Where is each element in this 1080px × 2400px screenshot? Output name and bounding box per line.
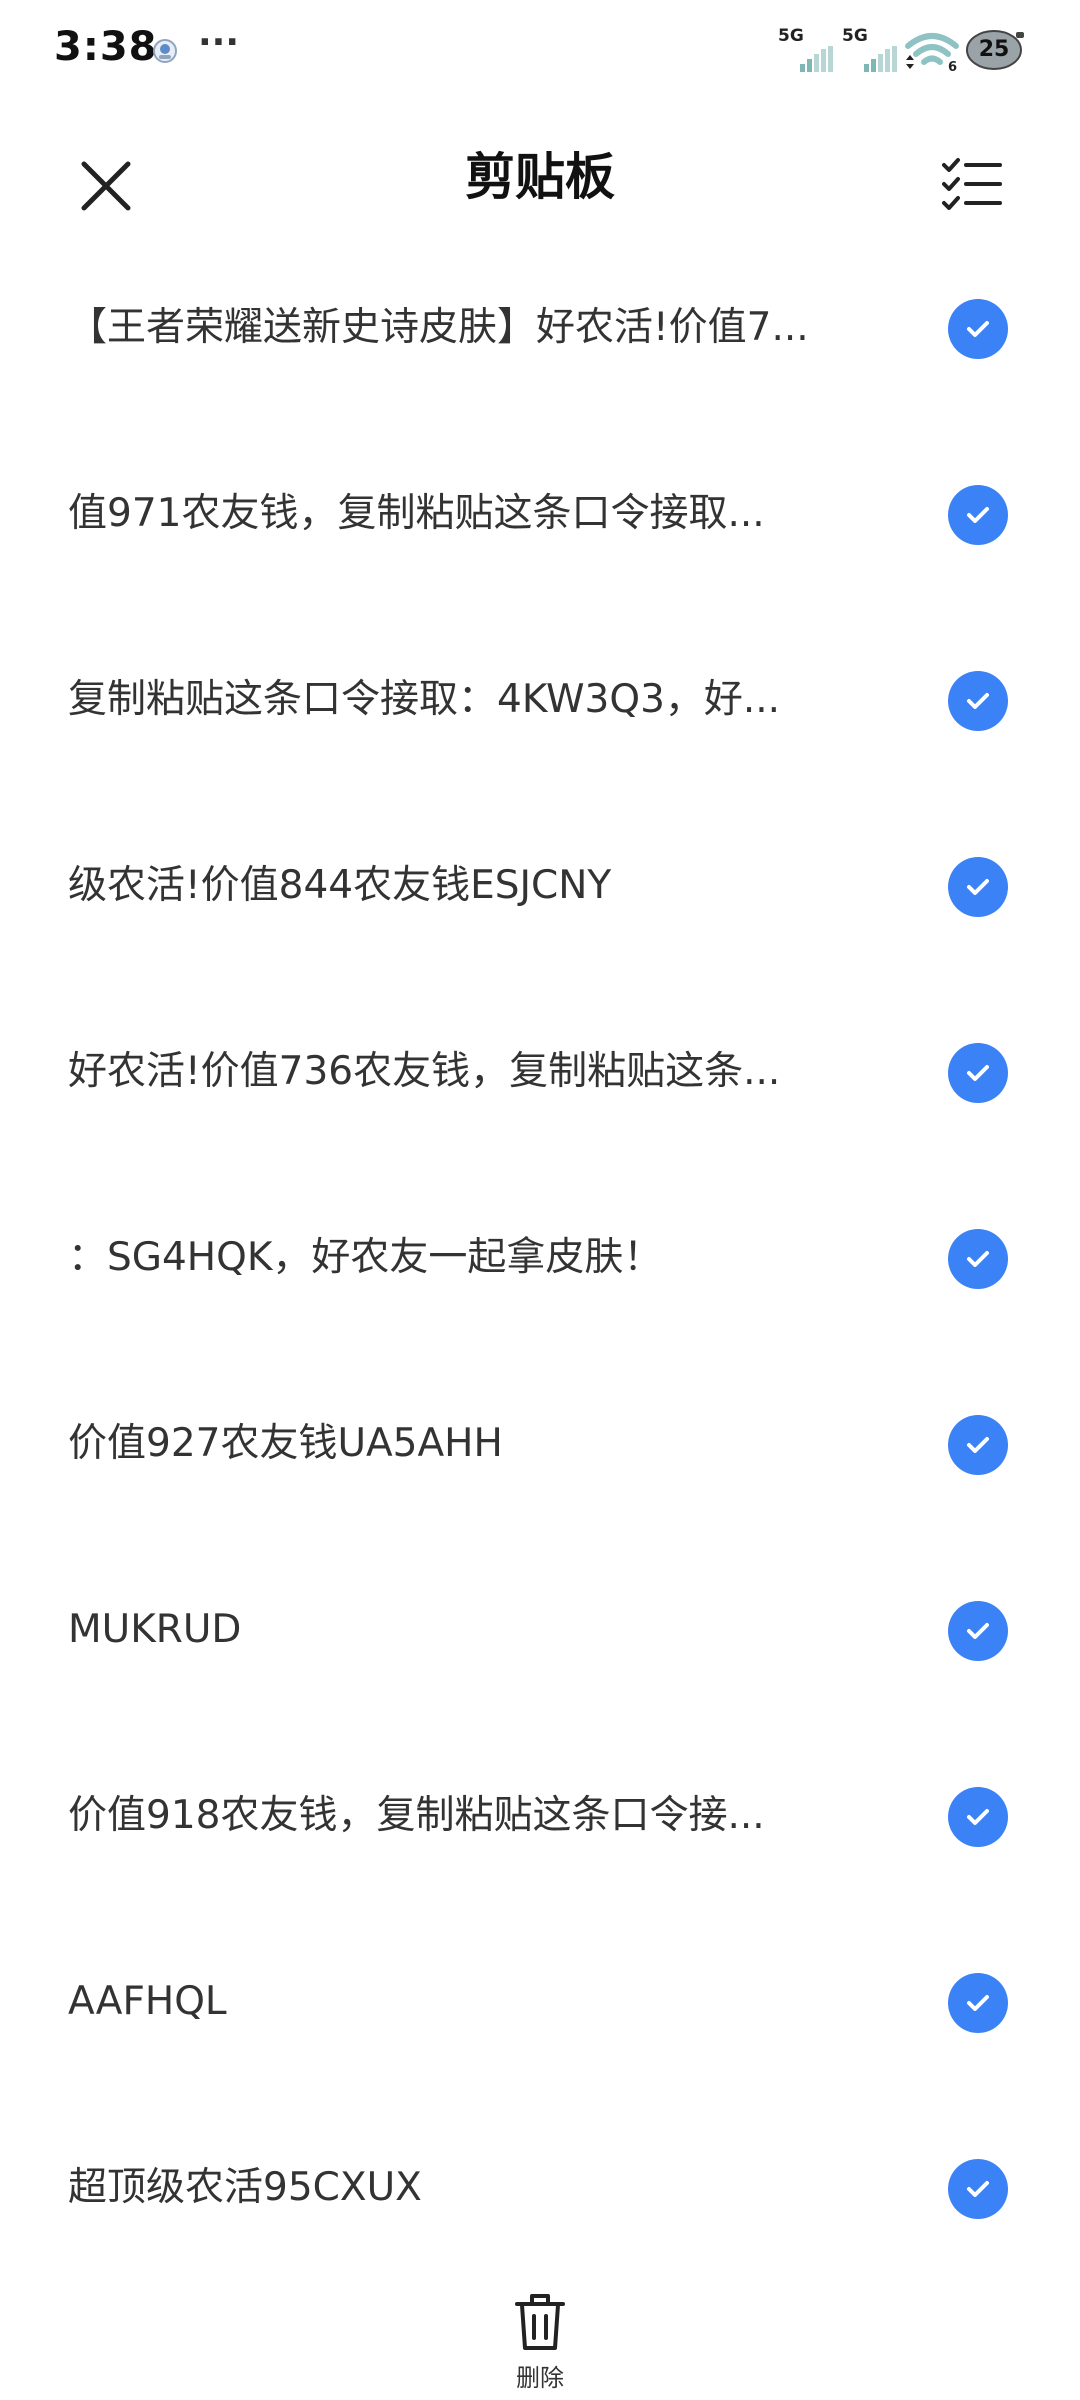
clipboard-item[interactable]: ：SG4HQK，好农友一起拿皮肤！ bbox=[0, 1165, 1080, 1351]
signal-type-label: 5G bbox=[842, 26, 868, 46]
checkbox-checked[interactable] bbox=[948, 1787, 1008, 1847]
signal-icon: 5G bbox=[842, 26, 898, 72]
signal-icon: 5G bbox=[778, 26, 834, 72]
checkbox-checked[interactable] bbox=[948, 485, 1008, 545]
close-icon bbox=[81, 161, 131, 211]
clipboard-item-text: AAFHQL bbox=[68, 1979, 227, 2024]
multi-select-button[interactable] bbox=[932, 144, 1012, 224]
clipboard-item-text: 好农活!价值736农友钱，复制粘贴这条... bbox=[68, 1049, 781, 1094]
clipboard-item[interactable]: 级农活!价值844农友钱ESJCNY bbox=[0, 793, 1080, 979]
signal-type-label: 5G bbox=[778, 26, 804, 46]
checkbox-checked[interactable] bbox=[948, 299, 1008, 359]
battery-level: 25 bbox=[978, 37, 1010, 62]
trash-icon bbox=[515, 2294, 565, 2350]
checkmark-icon bbox=[967, 1065, 989, 1081]
checkmark-icon bbox=[967, 1995, 989, 2011]
clipboard-item-text: 【王者荣耀送新史诗皮肤】好农活!价值7... bbox=[68, 305, 809, 350]
checkmark-icon bbox=[967, 879, 989, 895]
clipboard-item[interactable]: 值971农友钱，复制粘贴这条口令接取... bbox=[0, 421, 1080, 607]
svg-text:6: 6 bbox=[948, 60, 957, 72]
delete-button[interactable]: 删除 bbox=[490, 2292, 590, 2400]
checkbox-checked[interactable] bbox=[948, 857, 1008, 917]
app-header: 剪贴板 bbox=[0, 120, 1080, 235]
checkmark-icon bbox=[967, 321, 989, 337]
checkbox-checked[interactable] bbox=[948, 2159, 1008, 2219]
clipboard-item[interactable]: 复制粘贴这条口令接取：4KW3Q3，好... bbox=[0, 607, 1080, 793]
delete-label: 删除 bbox=[516, 2364, 564, 2392]
checkmark-icon bbox=[967, 693, 989, 709]
clipboard-item[interactable]: 【王者荣耀送新史诗皮肤】好农活!价值7... bbox=[0, 235, 1080, 421]
clipboard-list: 【王者荣耀送新史诗皮肤】好农活!价值7... 值971农友钱，复制粘贴这条口令接… bbox=[0, 235, 1080, 2281]
checkbox-checked[interactable] bbox=[948, 1415, 1008, 1475]
checkmark-icon bbox=[967, 1809, 989, 1825]
clipboard-item-text: 价值918农友钱，复制粘贴这条口令接... bbox=[68, 1793, 765, 1838]
checkbox-checked[interactable] bbox=[948, 1601, 1008, 1661]
clipboard-item[interactable]: 超顶级农活95CXUX bbox=[0, 2095, 1080, 2281]
page-title: 剪贴板 bbox=[465, 148, 615, 206]
checkbox-checked[interactable] bbox=[948, 1043, 1008, 1103]
wifi-icon: 6 bbox=[905, 33, 959, 72]
clipboard-item-text: 价值927农友钱UA5AHH bbox=[68, 1421, 503, 1466]
checkbox-checked[interactable] bbox=[948, 1973, 1008, 2033]
checkbox-checked[interactable] bbox=[948, 1229, 1008, 1289]
checkmark-icon bbox=[967, 1623, 989, 1639]
notification-app-icon bbox=[153, 39, 177, 63]
checkmark-icon bbox=[967, 507, 989, 523]
checkmark-icon bbox=[967, 2181, 989, 2197]
clipboard-item-text: 值971农友钱，复制粘贴这条口令接取... bbox=[68, 491, 765, 536]
clipboard-item-text: MUKRUD bbox=[68, 1607, 242, 1652]
multi-select-list-icon bbox=[942, 158, 1002, 210]
clipboard-item[interactable]: MUKRUD bbox=[0, 1537, 1080, 1723]
more-notifications-indicator: ··· bbox=[198, 22, 240, 63]
clipboard-screen: 3:38 ··· 5G 5G 6 25 剪贴板 【王者荣耀送新史诗皮肤】好农活!… bbox=[0, 0, 1080, 2400]
clipboard-item[interactable]: 价值927农友钱UA5AHH bbox=[0, 1351, 1080, 1537]
clipboard-item[interactable]: 好农活!价值736农友钱，复制粘贴这条... bbox=[0, 979, 1080, 1165]
battery-icon: 25 bbox=[966, 28, 1028, 72]
close-button[interactable] bbox=[66, 146, 146, 226]
checkbox-checked[interactable] bbox=[948, 671, 1008, 731]
clipboard-item-text: 级农活!价值844农友钱ESJCNY bbox=[68, 863, 612, 908]
clipboard-item[interactable]: 价值918农友钱，复制粘贴这条口令接... bbox=[0, 1723, 1080, 1909]
checkmark-icon bbox=[967, 1437, 989, 1453]
status-time: 3:38 bbox=[54, 24, 158, 70]
status-bar: 3:38 ··· 5G 5G 6 25 bbox=[0, 0, 1080, 100]
checkmark-icon bbox=[967, 1251, 989, 1267]
clipboard-item-text: 复制粘贴这条口令接取：4KW3Q3，好... bbox=[68, 677, 781, 722]
clipboard-item-text: 超顶级农活95CXUX bbox=[68, 2165, 422, 2210]
clipboard-item-text: ：SG4HQK，好农友一起拿皮肤！ bbox=[68, 1235, 663, 1280]
clipboard-item[interactable]: AAFHQL bbox=[0, 1909, 1080, 2095]
